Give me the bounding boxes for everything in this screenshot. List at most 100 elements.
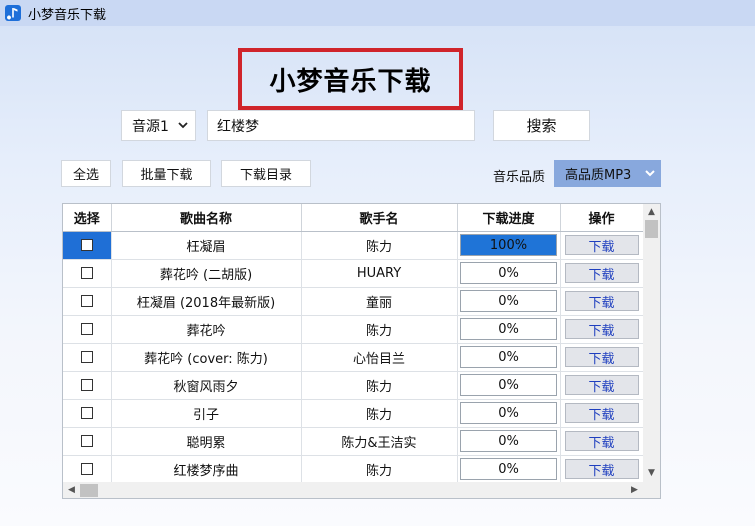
scroll-down-icon[interactable]: ▼ [646, 468, 657, 479]
progress-text: 0% [498, 377, 519, 393]
artist-cell: 陈力&王洁实 [301, 427, 458, 456]
download-directory-button[interactable]: 下载目录 [221, 160, 311, 187]
progress-cell: 100% [457, 231, 561, 260]
progress-bar: 0% [460, 346, 557, 368]
download-button[interactable]: 下载 [564, 263, 639, 283]
action-cell: 下载 [560, 371, 644, 400]
progress-bar: 0% [460, 290, 557, 312]
vertical-scroll-thumb[interactable] [645, 220, 658, 238]
chevron-down-icon [178, 122, 188, 129]
row-checkbox[interactable] [80, 435, 93, 447]
select-cell[interactable] [63, 455, 112, 484]
row-checkbox[interactable] [80, 267, 93, 279]
song-name-cell: 枉凝眉 [111, 231, 302, 260]
row-checkbox[interactable] [80, 463, 93, 475]
row-checkbox[interactable] [80, 323, 93, 335]
table-row: 葬花吟 (二胡版) HUARY 0% 下载 [63, 259, 644, 288]
progress-bar: 0% [460, 430, 557, 452]
music-note-icon [5, 5, 21, 21]
table-body: 枉凝眉 陈力 100% 下载 葬花吟 (二胡版) HUARY 0% 下载 枉凝眉 (2018年最… [63, 231, 644, 484]
song-name-cell: 聪明累 [111, 427, 302, 456]
progress-bar: 0% [460, 318, 557, 340]
horizontal-scroll-thumb[interactable] [80, 484, 98, 497]
chevron-down-icon [645, 170, 655, 177]
download-button[interactable]: 下载 [564, 347, 639, 367]
download-button[interactable]: 下载 [564, 431, 639, 451]
table-row: 红楼梦序曲 陈力 0% 下载 [63, 455, 644, 484]
download-button[interactable]: 下载 [564, 375, 639, 395]
window-title: 小梦音乐下载 [28, 7, 107, 23]
action-cell: 下载 [560, 455, 644, 484]
vertical-scrollbar[interactable]: ▲ ▼ [643, 204, 660, 482]
progress-cell: 0% [457, 259, 561, 288]
artist-cell: 陈力 [301, 455, 458, 484]
progress-bar: 100% [460, 234, 557, 256]
title-bar: 小梦音乐下载 [0, 0, 755, 26]
action-cell: 下载 [560, 259, 644, 288]
artist-cell: 陈力 [301, 371, 458, 400]
progress-text: 0% [498, 433, 519, 449]
progress-text: 0% [498, 293, 519, 309]
song-name-cell: 秋窗风雨夕 [111, 371, 302, 400]
source-select[interactable]: 音源1 [121, 110, 196, 141]
select-cell[interactable] [63, 315, 112, 344]
download-button[interactable]: 下载 [564, 235, 639, 255]
row-checkbox[interactable] [80, 295, 93, 307]
action-cell: 下载 [560, 399, 644, 428]
download-button[interactable]: 下载 [564, 291, 639, 311]
table-row: 枉凝眉 陈力 100% 下载 [63, 231, 644, 260]
quality-select[interactable]: 高品质MP3 [554, 160, 661, 187]
select-cell[interactable] [63, 427, 112, 456]
progress-cell: 0% [457, 315, 561, 344]
scroll-up-icon[interactable]: ▲ [646, 207, 657, 218]
song-name-cell: 葬花吟 (cover: 陈力) [111, 343, 302, 372]
search-input[interactable] [207, 110, 475, 141]
column-header-song: 歌曲名称 [111, 204, 302, 232]
scrollbar-corner [643, 482, 660, 498]
progress-text: 100% [489, 237, 528, 253]
horizontal-scrollbar[interactable]: ◀ ▶ [63, 482, 643, 498]
action-cell: 下载 [560, 343, 644, 372]
song-name-cell: 红楼梦序曲 [111, 455, 302, 484]
select-all-button[interactable]: 全选 [61, 160, 111, 187]
row-checkbox[interactable] [80, 379, 93, 391]
select-cell[interactable] [63, 231, 112, 260]
column-header-action: 操作 [560, 204, 644, 232]
scroll-left-icon[interactable]: ◀ [66, 485, 77, 496]
download-button[interactable]: 下载 [564, 459, 639, 479]
action-cell: 下载 [560, 427, 644, 456]
select-cell[interactable] [63, 343, 112, 372]
song-name-cell: 引子 [111, 399, 302, 428]
progress-text: 0% [498, 461, 519, 477]
progress-text: 0% [498, 321, 519, 337]
scroll-right-icon[interactable]: ▶ [629, 485, 640, 496]
progress-cell: 0% [457, 455, 561, 484]
column-header-select: 选择 [63, 204, 112, 232]
progress-cell: 0% [457, 399, 561, 428]
search-button[interactable]: 搜索 [493, 110, 590, 141]
table-header: 选择 歌曲名称 歌手名 下载进度 操作 [63, 204, 644, 232]
download-button[interactable]: 下载 [564, 403, 639, 423]
batch-download-button[interactable]: 批量下载 [122, 160, 211, 187]
artist-cell: 陈力 [301, 315, 458, 344]
select-cell[interactable] [63, 259, 112, 288]
artist-cell: 心怡目兰 [301, 343, 458, 372]
song-table: 选择 歌曲名称 歌手名 下载进度 操作 枉凝眉 陈力 100% 下载 葬花吟 (二胡版)… [62, 203, 661, 499]
select-cell[interactable] [63, 399, 112, 428]
table-row: 枉凝眉 (2018年最新版) 童丽 0% 下载 [63, 287, 644, 316]
table-row: 聪明累 陈力&王洁实 0% 下载 [63, 427, 644, 456]
table-row: 引子 陈力 0% 下载 [63, 399, 644, 428]
table-row: 葬花吟 (cover: 陈力) 心怡目兰 0% 下载 [63, 343, 644, 372]
progress-cell: 0% [457, 427, 561, 456]
row-checkbox[interactable] [80, 407, 93, 419]
select-cell[interactable] [63, 287, 112, 316]
progress-bar: 0% [460, 402, 557, 424]
progress-bar: 0% [460, 262, 557, 284]
select-cell[interactable] [63, 371, 112, 400]
row-checkbox[interactable] [80, 351, 93, 363]
download-button[interactable]: 下载 [564, 319, 639, 339]
page-title: 小梦音乐下载 [269, 66, 432, 97]
row-checkbox[interactable] [80, 239, 93, 251]
progress-bar: 0% [460, 458, 557, 480]
progress-cell: 0% [457, 287, 561, 316]
